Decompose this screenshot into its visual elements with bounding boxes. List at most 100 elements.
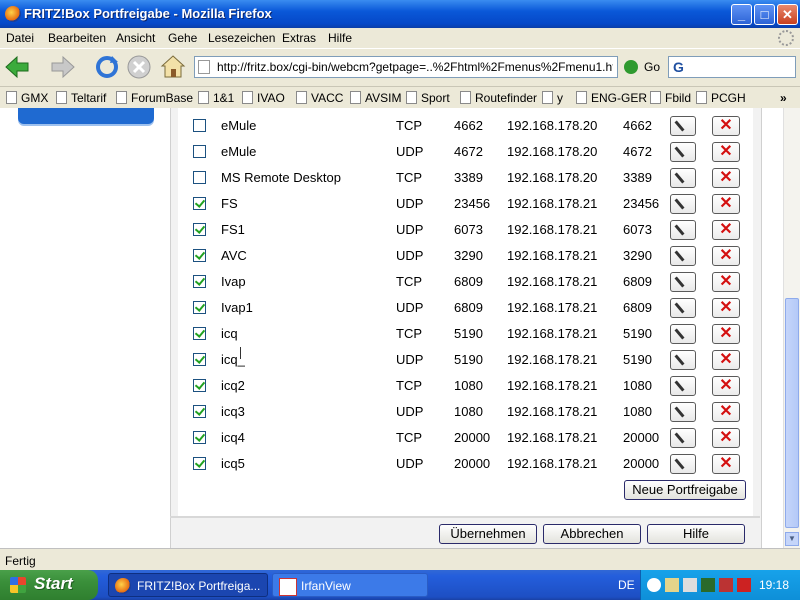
- rule-enabled-checkbox[interactable]: [193, 431, 206, 444]
- tray-antivirus-icon[interactable]: [719, 578, 733, 592]
- menu-ansicht[interactable]: Ansicht: [116, 31, 155, 45]
- vertical-scrollbar[interactable]: ▼: [783, 108, 800, 548]
- bookmark-fbild[interactable]: Fbild: [650, 91, 691, 105]
- tray-arrow-icon[interactable]: [647, 578, 661, 592]
- menu-gehe[interactable]: Gehe: [168, 31, 197, 45]
- bookmark-sport[interactable]: Sport: [406, 91, 450, 105]
- rule-enabled-checkbox[interactable]: [193, 301, 206, 314]
- bookmark-forumbase[interactable]: ForumBase: [116, 91, 193, 105]
- taskbar-firefox[interactable]: FRITZ!Box Portfreiga...: [108, 573, 268, 597]
- delete-icon[interactable]: ✕: [712, 350, 740, 370]
- url-bar[interactable]: http://fritz.box/cgi-bin/webcm?getpage=.…: [194, 56, 618, 78]
- home-icon[interactable]: [160, 54, 186, 80]
- new-port-forward-button[interactable]: Neue Portfreigabe: [624, 480, 746, 500]
- delete-icon[interactable]: ✕: [712, 220, 740, 240]
- scroll-down-arrow-icon[interactable]: ▼: [785, 532, 799, 546]
- edit-icon[interactable]: [670, 220, 696, 240]
- bookmark-gmx[interactable]: GMX: [6, 91, 48, 105]
- delete-icon[interactable]: ✕: [712, 246, 740, 266]
- bookmark-pcgh[interactable]: PCGH: [696, 91, 746, 105]
- start-button[interactable]: Start: [0, 570, 98, 600]
- edit-icon[interactable]: [670, 194, 696, 214]
- taskbar-irfanview[interactable]: IrfanView: [272, 573, 428, 597]
- tray-app-icon[interactable]: [701, 578, 715, 592]
- delete-icon[interactable]: ✕: [712, 454, 740, 474]
- search-input[interactable]: G: [668, 56, 796, 78]
- edit-icon[interactable]: [670, 142, 696, 162]
- delete-icon[interactable]: ✕: [712, 298, 740, 318]
- menu-hilfe[interactable]: Hilfe: [328, 31, 352, 45]
- rule-enabled-checkbox[interactable]: [193, 249, 206, 262]
- menu-bearbeiten[interactable]: Bearbeiten: [48, 31, 106, 45]
- language-indicator[interactable]: DE: [618, 578, 635, 592]
- rule-ip-address: 192.168.178.20: [507, 118, 598, 133]
- bookmark-teltarif[interactable]: Teltarif: [56, 91, 106, 105]
- rule-enabled-checkbox[interactable]: [193, 171, 206, 184]
- tray-speaker-icon[interactable]: [683, 578, 697, 592]
- edit-icon[interactable]: [670, 298, 696, 318]
- edit-icon[interactable]: [670, 272, 696, 292]
- rule-name: icq4: [221, 430, 245, 445]
- bookmark-1und1[interactable]: 1&1: [198, 91, 234, 105]
- window-titlebar[interactable]: FRITZ!Box Portfreigabe - Mozilla Firefox…: [0, 0, 800, 28]
- bookmark-avsim[interactable]: AVSIM: [350, 91, 401, 105]
- rule-enabled-checkbox[interactable]: [193, 197, 206, 210]
- bookmark-y[interactable]: y: [542, 91, 563, 105]
- rule-ip-address: 192.168.178.21: [507, 326, 598, 341]
- apply-button[interactable]: Übernehmen: [439, 524, 537, 544]
- tray-security-icon[interactable]: [737, 578, 751, 592]
- help-button[interactable]: Hilfe: [647, 524, 745, 544]
- edit-icon[interactable]: [670, 428, 696, 448]
- rule-enabled-checkbox[interactable]: [193, 327, 206, 340]
- rule-ip-address: 192.168.178.21: [507, 300, 598, 315]
- delete-icon[interactable]: ✕: [712, 142, 740, 162]
- bookmark-routefinder[interactable]: Routefinder: [460, 91, 537, 105]
- bookmark-eng-ger[interactable]: ENG-GER: [576, 91, 647, 105]
- go-arrow-icon[interactable]: [624, 60, 638, 74]
- edit-icon[interactable]: [670, 324, 696, 344]
- rule-target-port: 1080: [623, 404, 652, 419]
- rule-enabled-checkbox[interactable]: [193, 379, 206, 392]
- back-arrow-icon[interactable]: [4, 54, 30, 80]
- rule-port: 6809: [454, 300, 483, 315]
- menu-lesezeichen[interactable]: Lesezeichen: [208, 31, 275, 45]
- delete-icon[interactable]: ✕: [712, 194, 740, 214]
- rule-enabled-checkbox[interactable]: [193, 223, 206, 236]
- bookmark-ivao[interactable]: IVAO: [242, 91, 285, 105]
- edit-icon[interactable]: [670, 246, 696, 266]
- scrollbar-thumb[interactable]: [785, 298, 799, 528]
- menu-extras[interactable]: Extras: [282, 31, 316, 45]
- rule-enabled-checkbox[interactable]: [193, 457, 206, 470]
- edit-icon[interactable]: [670, 402, 696, 422]
- cancel-button[interactable]: Abbrechen: [543, 524, 641, 544]
- delete-icon[interactable]: ✕: [712, 116, 740, 136]
- stop-icon[interactable]: [126, 54, 152, 80]
- close-button[interactable]: ✕: [777, 4, 798, 25]
- delete-icon[interactable]: ✕: [712, 324, 740, 344]
- delete-icon[interactable]: ✕: [712, 376, 740, 396]
- edit-icon[interactable]: [670, 376, 696, 396]
- delete-icon[interactable]: ✕: [712, 272, 740, 292]
- edit-icon[interactable]: [670, 116, 696, 136]
- rule-name: Ivap1: [221, 300, 253, 315]
- rule-enabled-checkbox[interactable]: [193, 275, 206, 288]
- rule-enabled-checkbox[interactable]: [193, 405, 206, 418]
- rule-enabled-checkbox[interactable]: [193, 145, 206, 158]
- rule-enabled-checkbox[interactable]: [193, 119, 206, 132]
- rule-enabled-checkbox[interactable]: [193, 353, 206, 366]
- edit-icon[interactable]: [670, 454, 696, 474]
- bookmark-vacc[interactable]: VACC: [296, 91, 343, 105]
- bookmarks-overflow-button[interactable]: »: [780, 91, 787, 105]
- menu-datei[interactable]: Datei: [6, 31, 34, 45]
- tray-network-icon[interactable]: [665, 578, 679, 592]
- forward-arrow-icon[interactable]: [50, 54, 76, 80]
- maximize-button[interactable]: □: [754, 4, 775, 25]
- go-button[interactable]: Go: [644, 60, 660, 74]
- delete-icon[interactable]: ✕: [712, 402, 740, 422]
- delete-icon[interactable]: ✕: [712, 428, 740, 448]
- edit-icon[interactable]: [670, 350, 696, 370]
- reload-icon[interactable]: [94, 54, 120, 80]
- delete-icon[interactable]: ✕: [712, 168, 740, 188]
- edit-icon[interactable]: [670, 168, 696, 188]
- minimize-button[interactable]: _: [731, 4, 752, 25]
